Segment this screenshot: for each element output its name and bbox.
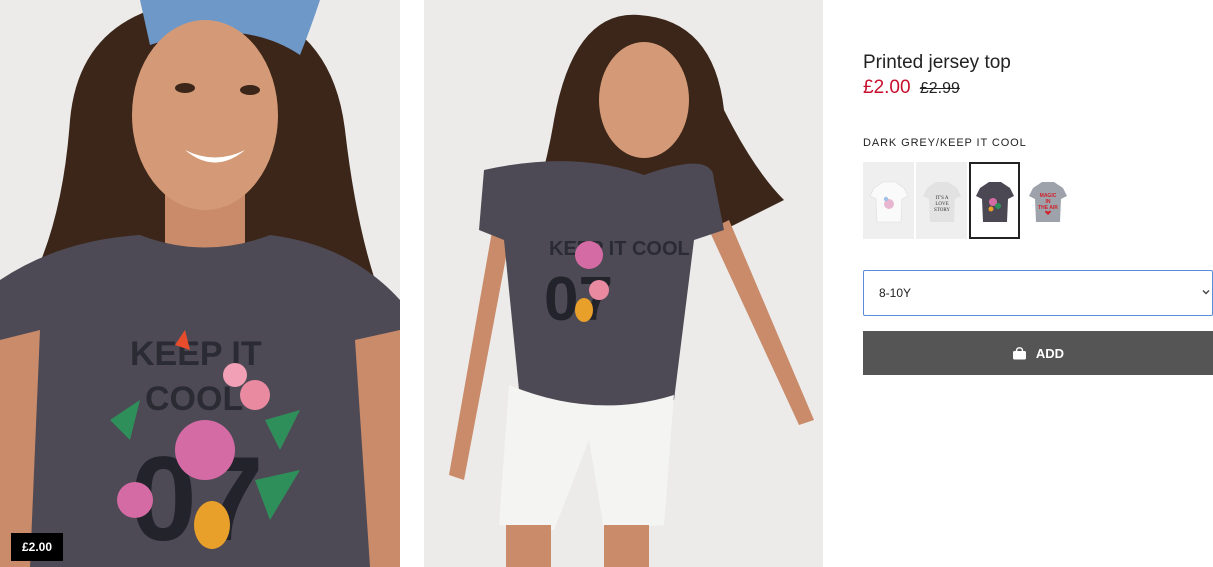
product-price: £2.00 £2.99 [863, 77, 960, 99]
model-closeup-illustration: KEEP IT COOL 07 [0, 0, 400, 567]
price-current: £2.00 [863, 77, 911, 98]
product-image-fullbody[interactable]: KEEP IT COOL 07 [424, 0, 823, 567]
product-image-closeup[interactable]: KEEP IT COOL 07 £2.00 [0, 0, 400, 567]
price-original: £2.99 [919, 80, 960, 97]
add-to-bag-button[interactable]: ADD [863, 331, 1213, 375]
swatch-grey-magic-in-the-air[interactable]: MAGIC IN THE AIR [1022, 162, 1073, 239]
swatch-light-grey-love-story[interactable]: IT'S A LOVE STORY [916, 162, 967, 239]
svg-text:07: 07 [544, 265, 613, 334]
tshirt-light-grey-thumb: IT'S A LOVE STORY [922, 181, 961, 222]
swatch-story-line-2: LOVE [935, 202, 948, 207]
color-swatches: IT'S A LOVE STORY MAGIC IN THE AIR [863, 162, 1073, 239]
swatch-story-line-3: STORY [933, 208, 949, 213]
size-select[interactable]: 8-10Y [863, 270, 1213, 316]
chevron-down-icon [1202, 290, 1210, 295]
tshirt-white-thumb [869, 181, 908, 222]
swatch-white-unicorn[interactable] [863, 162, 914, 239]
size-selected-value: 8-10Y [879, 286, 912, 300]
model-fullbody-illustration: KEEP IT COOL 07 [424, 0, 823, 567]
product-info-panel: Printed jersey top £2.00 £2.99 DARK GREY… [863, 0, 1213, 567]
shopping-bag-icon [1012, 346, 1026, 359]
product-title: Printed jersey top [863, 52, 1011, 73]
swatch-dark-grey-keep-it-cool[interactable] [969, 162, 1020, 239]
add-button-label: ADD [1035, 345, 1065, 361]
price-badge: £2.00 [11, 533, 64, 561]
swatch-story-line-1: IT'S A [935, 196, 948, 201]
tshirt-grey-stripe-thumb: MAGIC IN THE AIR [1028, 181, 1067, 222]
tshirt-dark-grey-thumb [975, 181, 1014, 222]
swatch-magic-line-3: THE AIR [1038, 205, 1058, 211]
svg-text:KEEP IT COOL: KEEP IT COOL [549, 238, 690, 260]
svg-text:COOL: COOL [145, 380, 243, 418]
selected-color-label: DARK GREY/KEEP IT COOL [863, 137, 1027, 149]
